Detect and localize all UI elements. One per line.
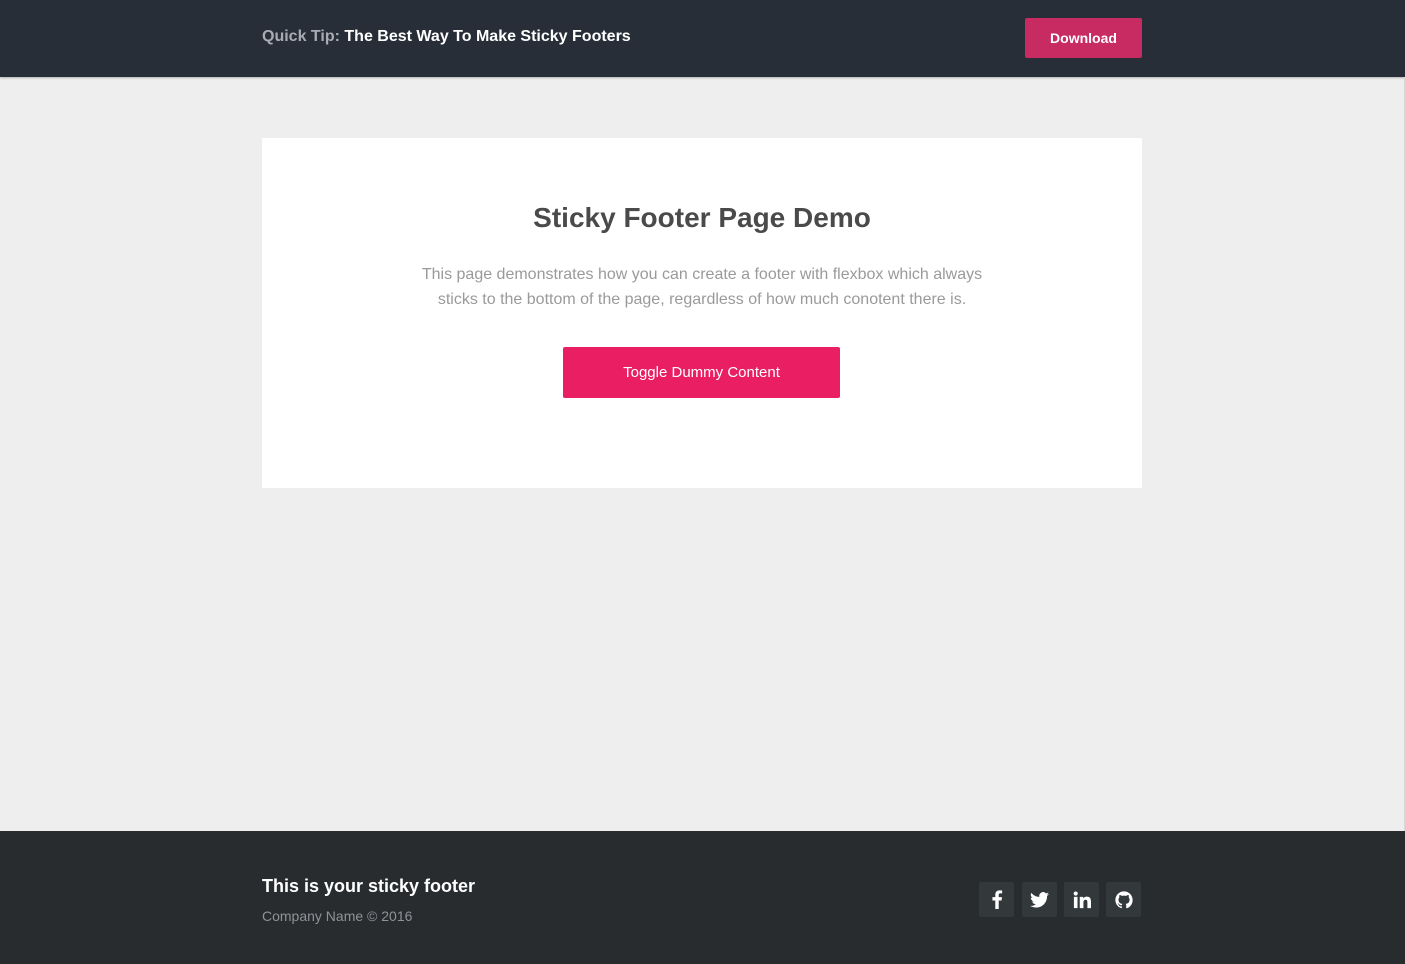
header-title-text[interactable]: The Best Way To Make Sticky Footers [344, 28, 630, 45]
twitter-link[interactable] [1022, 882, 1057, 917]
sticky-footer: This is your sticky footer Company Name … [0, 831, 1405, 964]
header-title: Quick Tip: The Best Way To Make Sticky F… [262, 27, 631, 47]
footer-copyright: Company Name © 2016 [262, 908, 413, 924]
facebook-link[interactable] [979, 882, 1014, 917]
page-title: Sticky Footer Page Demo [533, 202, 871, 233]
download-button[interactable]: Download [1025, 18, 1142, 58]
linkedin-icon [1073, 890, 1091, 909]
twitter-icon [1030, 891, 1049, 908]
linkedin-link[interactable] [1064, 882, 1099, 917]
header-title-prefix: Quick Tip: [262, 28, 340, 45]
page-header: Quick Tip: The Best Way To Make Sticky F… [0, 0, 1405, 77]
page-description: This page demonstrates how you can creat… [421, 266, 983, 308]
demo-card: Sticky Footer Page Demo This page demons… [262, 138, 1142, 488]
toggle-dummy-content-button[interactable]: Toggle Dummy Content [563, 347, 840, 398]
footer-title: This is your sticky footer [262, 876, 476, 896]
github-icon [1114, 890, 1133, 909]
github-link[interactable] [1106, 882, 1141, 917]
facebook-icon [991, 890, 1003, 909]
